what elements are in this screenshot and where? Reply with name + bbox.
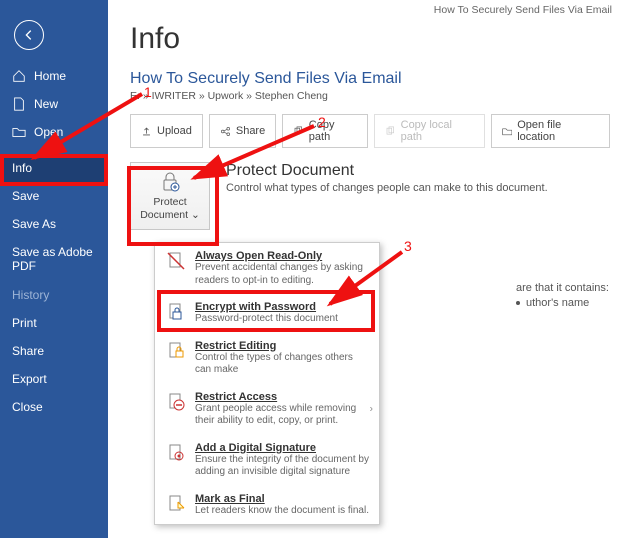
dd-title: Encrypt with Password bbox=[195, 301, 338, 313]
sidebar-item-label: Share bbox=[12, 344, 44, 358]
dd-sub: Let readers know the document is final. bbox=[195, 505, 369, 518]
dd-mark-as-final[interactable]: Mark as FinalLet readers know the docume… bbox=[155, 486, 379, 525]
sidebar-item-export[interactable]: Export bbox=[0, 365, 108, 393]
protect-document-dropdown: Always Open Read-OnlyPrevent accidental … bbox=[154, 242, 380, 525]
sidebar-item-print[interactable]: Print bbox=[0, 309, 108, 337]
dd-restrict-access[interactable]: Restrict AccessGrant people access while… bbox=[155, 384, 379, 435]
button-label: Copy local path bbox=[401, 119, 474, 143]
sidebar-item-label: Info bbox=[12, 161, 32, 175]
button-label: Copy path bbox=[309, 119, 357, 143]
sidebar-item-save-as[interactable]: Save As bbox=[0, 210, 108, 238]
signature-icon bbox=[165, 442, 187, 464]
sidebar-item-label: Open bbox=[34, 125, 63, 139]
props-intro: are that it contains: bbox=[516, 282, 609, 294]
copy-local-path-button: Copy local path bbox=[374, 114, 485, 148]
section-desc: Control what types of changes people can… bbox=[226, 182, 548, 194]
dd-add-digital-signature[interactable]: Add a Digital SignatureEnsure the integr… bbox=[155, 435, 379, 486]
open-icon bbox=[12, 125, 26, 139]
sidebar-item-label: Export bbox=[12, 372, 47, 386]
dd-title: Mark as Final bbox=[195, 493, 369, 505]
dd-always-open-read-only[interactable]: Always Open Read-OnlyPrevent accidental … bbox=[155, 243, 379, 294]
dd-sub: Prevent accidental changes by asking rea… bbox=[195, 262, 369, 287]
sidebar-item-label: Home bbox=[34, 69, 66, 83]
upload-button[interactable]: Upload bbox=[130, 114, 203, 148]
annotation-label-1: 1 bbox=[144, 84, 152, 100]
dd-restrict-editing[interactable]: Restrict EditingControl the types of cha… bbox=[155, 333, 379, 384]
dd-title: Add a Digital Signature bbox=[195, 442, 369, 454]
button-label: Open file location bbox=[517, 119, 599, 143]
lock-shield-icon bbox=[158, 170, 182, 194]
annotation-label-2: 2 bbox=[318, 114, 326, 130]
section-text: Protect Document Control what types of c… bbox=[226, 162, 548, 194]
sidebar-item-label: Print bbox=[12, 316, 37, 330]
copy-icon bbox=[293, 126, 304, 137]
sidebar-item-save-adobe-pdf[interactable]: Save as Adobe PDF bbox=[0, 238, 108, 281]
sidebar-item-label: History bbox=[12, 288, 49, 302]
sidebar-item-open[interactable]: Open bbox=[0, 118, 108, 146]
copy-icon bbox=[385, 126, 396, 137]
page-title: Info bbox=[130, 22, 610, 56]
sidebar-item-new[interactable]: New bbox=[0, 90, 108, 118]
button-label: Share bbox=[236, 125, 265, 137]
document-properties-fragment: are that it contains: uthor's name bbox=[516, 282, 609, 312]
protect-document-section: Protect Document ⌄ Protect Document Cont… bbox=[130, 162, 610, 230]
section-title: Protect Document bbox=[226, 162, 548, 180]
open-file-location-button[interactable]: Open file location bbox=[491, 114, 610, 148]
sidebar-item-label: Save bbox=[12, 189, 39, 203]
readonly-icon bbox=[165, 250, 187, 272]
share-icon bbox=[220, 126, 231, 137]
button-label: Upload bbox=[157, 125, 192, 137]
dd-title: Restrict Editing bbox=[195, 340, 369, 352]
dd-title: Restrict Access bbox=[195, 391, 369, 403]
sidebar-item-info[interactable]: Info bbox=[0, 154, 108, 182]
annotation-label-3: 3 bbox=[404, 238, 412, 254]
sidebar: Home New Open Info Save Save As Save as … bbox=[0, 0, 108, 538]
dd-title: Always Open Read-Only bbox=[195, 250, 369, 262]
folder-icon bbox=[502, 126, 513, 137]
sidebar-item-save[interactable]: Save bbox=[0, 182, 108, 210]
sidebar-item-label: Save as Adobe PDF bbox=[12, 245, 96, 274]
props-bullet: uthor's name bbox=[526, 297, 589, 309]
restrict-edit-icon bbox=[165, 340, 187, 362]
bullet-icon bbox=[516, 301, 520, 305]
sidebar-item-label: New bbox=[34, 97, 58, 111]
dd-sub: Ensure the integrity of the document by … bbox=[195, 454, 369, 479]
button-label: Protect Document ⌄ bbox=[131, 196, 209, 221]
sidebar-item-home[interactable]: Home bbox=[0, 62, 108, 90]
breadcrumb: E: » IWRITER » Upwork » Stephen Cheng bbox=[130, 90, 610, 102]
chevron-right-icon: › bbox=[370, 404, 373, 415]
upload-icon bbox=[141, 126, 152, 137]
back-button[interactable] bbox=[14, 20, 44, 50]
sidebar-item-history: History bbox=[0, 281, 108, 309]
sidebar-item-label: Close bbox=[12, 400, 43, 414]
dd-encrypt-with-password[interactable]: Encrypt with PasswordPassword-protect th… bbox=[155, 294, 379, 333]
dd-sub: Password-protect this document bbox=[195, 313, 338, 326]
home-icon bbox=[12, 69, 26, 83]
back-arrow-icon bbox=[22, 28, 36, 42]
restrict-access-icon bbox=[165, 391, 187, 413]
encrypt-icon bbox=[165, 301, 187, 323]
sidebar-item-label: Save As bbox=[12, 217, 56, 231]
window-title: How To Securely Send Files Via Email bbox=[434, 4, 612, 16]
sidebar-item-share[interactable]: Share bbox=[0, 337, 108, 365]
toolbar: Upload Share Copy path Copy local path O… bbox=[130, 114, 610, 148]
final-icon bbox=[165, 493, 187, 515]
document-title: How To Securely Send Files Via Email bbox=[130, 70, 610, 88]
new-icon bbox=[12, 97, 26, 111]
dd-sub: Grant people access while removing their… bbox=[195, 403, 369, 428]
dd-sub: Control the types of changes others can … bbox=[195, 352, 369, 377]
share-button[interactable]: Share bbox=[209, 114, 276, 148]
sidebar-item-close[interactable]: Close bbox=[0, 393, 108, 421]
protect-document-button[interactable]: Protect Document ⌄ bbox=[130, 162, 210, 230]
